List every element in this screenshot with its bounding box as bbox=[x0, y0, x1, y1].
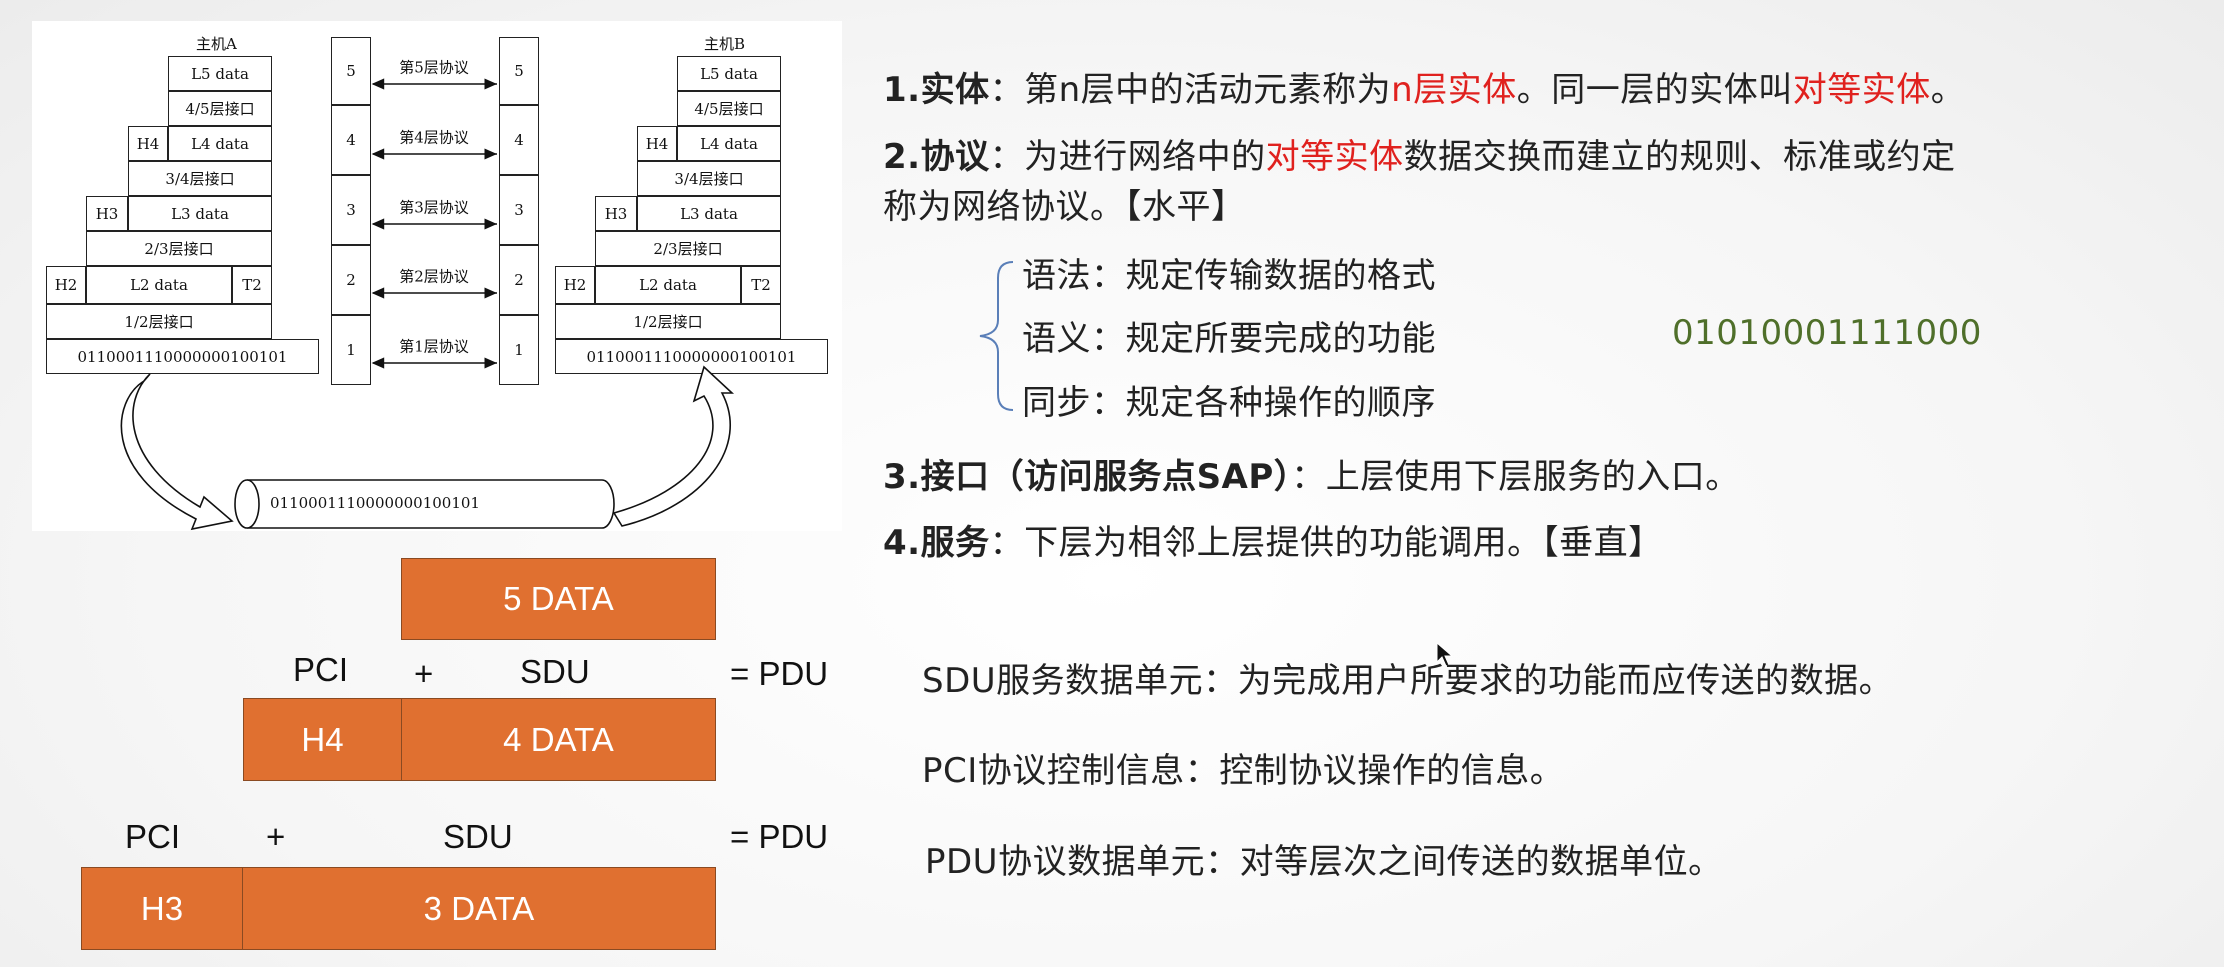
peer-entity-highlight-2: 对等实体 bbox=[1265, 137, 1404, 177]
layer3-data-block: 3 DATA bbox=[242, 867, 716, 950]
host-b-l4-data: L4 data bbox=[677, 126, 781, 161]
host-b-bits: 0110001110000000100101 bbox=[555, 339, 828, 374]
entity-definition: 1.实体：第n层中的活动元素称为n层实体。同一层的实体叫对等实体。 bbox=[883, 70, 1966, 110]
host-b-if23: 2/3层接口 bbox=[595, 231, 781, 266]
protocol-2-label: 第2层协议 bbox=[396, 265, 472, 287]
eq-pdu-row4: = PDU bbox=[730, 655, 829, 692]
semantics-element: 语义：规定所要完成的功能 bbox=[1022, 319, 1436, 359]
pdu-definition: PDU协议数据单元：对等层次之间传送的数据单位。 bbox=[925, 842, 1723, 882]
left-layer-3: 3 bbox=[331, 175, 371, 245]
binary-example: 01010001111000 bbox=[1672, 313, 1982, 353]
peer-entity-highlight: 对等实体 bbox=[1792, 70, 1931, 110]
right-layer-3: 3 bbox=[499, 175, 539, 245]
protocol-definition-line2: 称为网络协议。【水平】 bbox=[883, 187, 1246, 227]
protocol-definition: 2.协议：为进行网络中的对等实体数据交换而建立的规则、标准或约定 bbox=[883, 137, 1956, 177]
protocol-4-label: 第4层协议 bbox=[396, 126, 472, 148]
layer4-data-block: 4 DATA bbox=[401, 698, 716, 781]
n-layer-entity-highlight: n层实体 bbox=[1391, 70, 1517, 110]
plus-label-row3: + bbox=[266, 818, 286, 855]
sdu-label-row4: SDU bbox=[520, 653, 590, 690]
eq-pdu-row3: = PDU bbox=[730, 818, 829, 855]
host-a-label: 主机A bbox=[196, 35, 237, 53]
host-b-h4: H4 bbox=[637, 126, 677, 161]
cable-bits: 0110001110000000100101 bbox=[270, 494, 480, 512]
host-b-if45: 4/5层接口 bbox=[677, 91, 781, 126]
left-layer-5: 5 bbox=[331, 37, 371, 105]
host-a-if23: 2/3层接口 bbox=[86, 231, 272, 266]
plus-label-row4: + bbox=[414, 655, 434, 692]
host-a-if12: 1/2层接口 bbox=[46, 304, 272, 339]
elements-brace bbox=[979, 261, 1014, 411]
pci-definition: PCI协议控制信息：控制协议操作的信息。 bbox=[922, 751, 1565, 791]
sdu-label-row3: SDU bbox=[443, 818, 513, 855]
host-b-h3: H3 bbox=[595, 196, 637, 231]
interface-title: 3.接口（访问服务点SAP） bbox=[883, 457, 1292, 497]
left-layer-2: 2 bbox=[331, 245, 371, 315]
host-b-l2-data: L2 data bbox=[595, 266, 741, 304]
right-layer-4: 4 bbox=[499, 105, 539, 175]
syntax-element: 语法：规定传输数据的格式 bbox=[1022, 256, 1436, 296]
host-a-l5-data: L5 data bbox=[168, 56, 272, 91]
protocol-title: 2.协议 bbox=[883, 137, 990, 177]
timing-element: 同步：规定各种操作的顺序 bbox=[1022, 383, 1436, 423]
host-b-l3-data: L3 data bbox=[637, 196, 781, 231]
protocol-3-label: 第3层协议 bbox=[396, 196, 472, 218]
right-layer-5: 5 bbox=[499, 37, 539, 105]
right-layer-1: 1 bbox=[499, 315, 539, 385]
entity-title: 1.实体 bbox=[883, 70, 990, 110]
osi-diagram: 主机A L5 data 4/5层接口 H4 L4 data 3/4层接口 H3 … bbox=[32, 21, 842, 531]
protocol-1-label: 第1层协议 bbox=[396, 335, 472, 357]
host-a-if34: 3/4层接口 bbox=[128, 161, 272, 196]
host-b-label: 主机B bbox=[704, 35, 746, 53]
host-a-bits: 0110001110000000100101 bbox=[46, 339, 319, 374]
host-a-h4: H4 bbox=[128, 126, 168, 161]
h4-header-block: H4 bbox=[243, 698, 402, 781]
pci-label-row4: PCI bbox=[293, 651, 349, 688]
left-curved-arrow bbox=[120, 373, 234, 531]
right-layer-2: 2 bbox=[499, 245, 539, 315]
host-b-if34: 3/4层接口 bbox=[637, 161, 781, 196]
layer5-data-block: 5 DATA bbox=[401, 558, 716, 640]
host-a-h3: H3 bbox=[86, 196, 128, 231]
service-definition: 4.服务：下层为相邻上层提供的功能调用。【垂直】 bbox=[883, 523, 1663, 563]
pci-label-row3: PCI bbox=[125, 818, 181, 855]
protocol-5-label: 第5层协议 bbox=[396, 56, 472, 78]
right-curved-arrow bbox=[612, 365, 735, 527]
left-layer-1: 1 bbox=[331, 315, 371, 385]
host-a-l3-data: L3 data bbox=[128, 196, 272, 231]
host-a-t2: T2 bbox=[232, 266, 272, 304]
left-layer-4: 4 bbox=[331, 105, 371, 175]
host-b-t2: T2 bbox=[741, 266, 781, 304]
host-a-h2: H2 bbox=[46, 266, 86, 304]
sdu-definition: SDU服务数据单元：为完成用户所要求的功能而应传送的数据。 bbox=[922, 661, 1894, 701]
interface-definition: 3.接口（访问服务点SAP）：上层使用下层服务的入口。 bbox=[883, 457, 1740, 497]
host-b-l5-data: L5 data bbox=[677, 56, 781, 91]
service-title: 4.服务 bbox=[883, 523, 990, 563]
h3-header-block: H3 bbox=[81, 867, 243, 950]
host-b-h2: H2 bbox=[555, 266, 595, 304]
host-a-l2-data: L2 data bbox=[86, 266, 232, 304]
host-a-l4-data: L4 data bbox=[168, 126, 272, 161]
host-b-if12: 1/2层接口 bbox=[555, 304, 781, 339]
host-a-if45: 4/5层接口 bbox=[168, 91, 272, 126]
